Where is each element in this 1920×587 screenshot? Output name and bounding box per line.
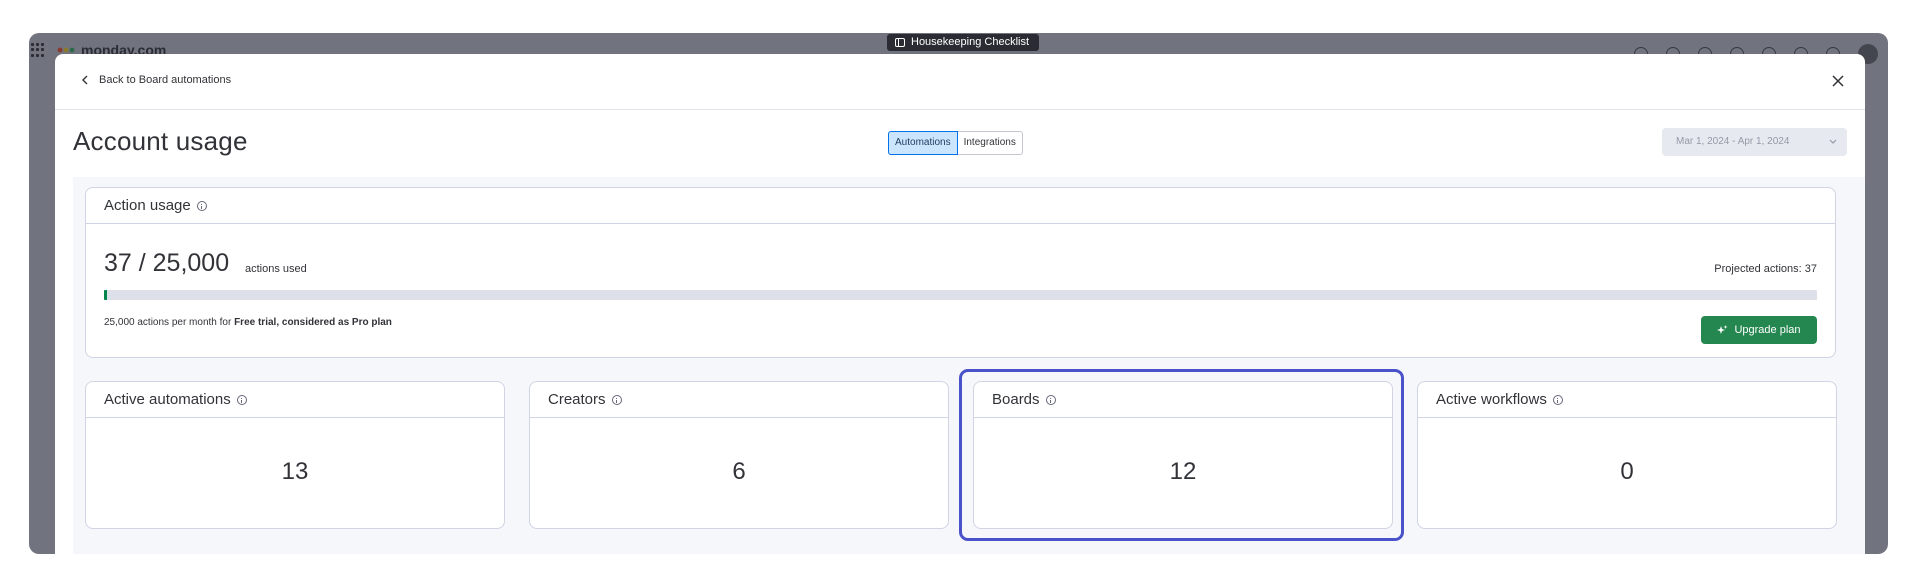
- action-usage-card: Action usage 37 / 25,000 actions used Pr…: [85, 187, 1836, 358]
- info-icon[interactable]: [1552, 394, 1563, 405]
- active-workflows-card: Active workflows 0: [1417, 381, 1837, 529]
- date-range-select[interactable]: Mar 1, 2024 - Apr 1, 2024: [1662, 128, 1847, 156]
- stat-card-header: Boards: [974, 382, 1392, 418]
- usage-progress-fill: [104, 290, 107, 300]
- info-icon[interactable]: [611, 394, 622, 405]
- back-to-board-automations-link[interactable]: Back to Board automations: [81, 74, 231, 86]
- projected-actions: Projected actions: 37: [1714, 263, 1817, 275]
- plan-name: Free trial, considered as Pro plan: [234, 317, 392, 328]
- stat-card-title: Active workflows: [1436, 391, 1547, 408]
- creators-card: Creators 6: [529, 381, 949, 529]
- board-panel-icon: [895, 38, 905, 47]
- info-icon[interactable]: [1045, 394, 1056, 405]
- action-usage-header: Action usage: [86, 188, 1835, 224]
- info-icon[interactable]: [196, 200, 207, 211]
- actions-used-count: 37 / 25,000: [104, 249, 230, 277]
- active-automations-card: Active automations 13: [85, 381, 505, 529]
- date-range-value: Mar 1, 2024 - Apr 1, 2024: [1676, 136, 1790, 147]
- usage-progress-bar: [104, 290, 1817, 300]
- back-link-label: Back to Board automations: [99, 74, 232, 86]
- tab-integrations[interactable]: Integrations: [957, 131, 1023, 155]
- stat-card-value: 0: [1620, 458, 1634, 485]
- boards-card: Boards 12: [973, 381, 1393, 529]
- close-icon[interactable]: [1829, 72, 1847, 90]
- board-name-pill: Housekeeping Checklist: [887, 34, 1040, 51]
- board-name: Housekeeping Checklist: [911, 36, 1030, 48]
- brand-logo-icon: [57, 47, 75, 53]
- stat-card-title: Active automations: [104, 391, 231, 408]
- upgrade-plan-button[interactable]: Upgrade plan: [1701, 316, 1817, 344]
- stat-card-title: Boards: [992, 391, 1040, 408]
- usage-type-tabs: Automations Integrations: [888, 131, 1023, 155]
- apps-grid-icon: [31, 43, 45, 57]
- upgrade-plan-label: Upgrade plan: [1734, 324, 1801, 336]
- chevron-down-icon: [1829, 139, 1837, 144]
- stat-card-title: Creators: [548, 391, 606, 408]
- stat-card-header: Active automations: [86, 382, 504, 418]
- stat-card-value: 12: [1169, 458, 1197, 485]
- tab-automations[interactable]: Automations: [888, 131, 958, 155]
- plan-note-prefix: 25,000 actions per month for: [104, 317, 235, 328]
- info-icon[interactable]: [236, 394, 247, 405]
- page-title: Account usage: [73, 126, 248, 156]
- stat-card-value: 6: [732, 458, 746, 485]
- chevron-left-icon: [82, 75, 88, 85]
- stat-card-header: Active workflows: [1418, 382, 1836, 418]
- action-usage-title: Action usage: [104, 197, 191, 214]
- stat-card-header: Creators: [530, 382, 948, 418]
- plan-note: 25,000 actions per month for Free trial,…: [104, 317, 392, 328]
- stat-card-value: 13: [281, 458, 309, 485]
- sparkle-icon: [1717, 324, 1728, 334]
- actions-used-label: actions used: [245, 263, 307, 275]
- modal-header: Back to Board automations: [55, 54, 1865, 110]
